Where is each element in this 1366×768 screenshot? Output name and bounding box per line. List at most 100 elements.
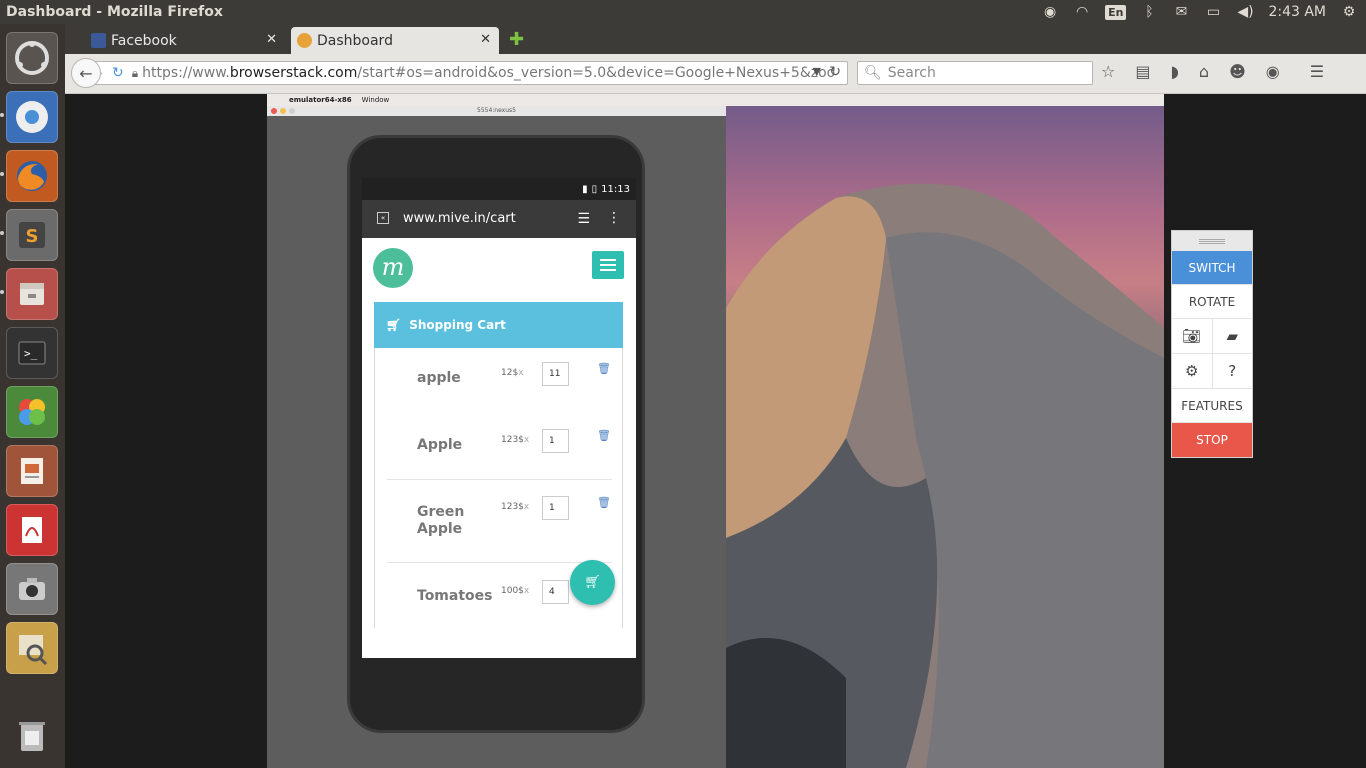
settings-gear-icon[interactable]: ⚙ [1172, 354, 1213, 388]
floating-cart-button[interactable]: 🛒︎ [570, 560, 615, 605]
delete-trash-icon[interactable]: 🗑︎ [597, 429, 611, 442]
rotate-button[interactable]: ROTATE [1172, 285, 1252, 319]
browserstack-favicon-icon [297, 33, 312, 48]
svg-text:>_: >_ [24, 347, 38, 360]
quantity-input[interactable]: 1 [542, 496, 569, 520]
new-tab-plus-icon[interactable]: ✚ [509, 29, 524, 50]
panel-drag-handle[interactable] [1172, 231, 1252, 251]
tab-facebook[interactable]: Facebook ✕ [85, 27, 285, 54]
close-tab-icon[interactable]: ✕ [266, 32, 277, 47]
running-indicator [0, 231, 4, 235]
running-indicator [0, 290, 4, 294]
document-viewer-icon[interactable] [6, 504, 58, 556]
search-placeholder: Search [887, 65, 936, 81]
reload-icon[interactable]: ↻ [112, 65, 124, 81]
battery-icon[interactable]: ▭ [1204, 4, 1222, 20]
item-name: Green Apple [417, 504, 465, 537]
quantity-input[interactable]: 11 [542, 362, 569, 386]
bookmarks-list-icon[interactable]: ▤ [1135, 62, 1150, 81]
screenshot-camera-icon[interactable]: 📷︎ [1172, 319, 1213, 353]
delete-trash-icon[interactable]: 🗑︎ [597, 496, 611, 509]
phone-screen[interactable]: ▮ ▯ 11:13 « www.mive.in/cart ☰ ⋮ m 🛒︎ Sh… [362, 178, 636, 658]
lock-icon: 🔒︎ [131, 65, 139, 80]
bluetooth-icon[interactable]: ᛒ [1140, 4, 1158, 20]
keyboard-layout-indicator[interactable]: En [1105, 4, 1127, 20]
url-dropdown-icon[interactable]: ▼ [813, 65, 821, 78]
impress-icon[interactable] [6, 445, 58, 497]
search-input[interactable]: 🔍︎ Search [857, 61, 1093, 85]
firefox-toolbar-area: Facebook ✕ Dashboard ✕ ✚ › ↻ 🔒︎ https://… [65, 24, 1366, 94]
mobile-url[interactable]: www.mive.in/cart [403, 211, 516, 226]
menu-hamburger-icon[interactable]: ☰ [1310, 62, 1324, 81]
volume-icon[interactable]: ◀) [1236, 4, 1254, 20]
emulator-window: 5554:nexus5 ▮ ▯ 11:13 « www.mive.in/cart… [267, 106, 726, 768]
menu-app-name[interactable]: emulator64-x86 [289, 96, 352, 104]
sublime-text-icon[interactable]: S [6, 209, 58, 261]
quantity-input[interactable]: 1 [542, 429, 569, 453]
mail-icon[interactable]: ✉ [1172, 4, 1190, 20]
system-tray: ◉ ◠ En ᛒ ✉ ▭ ◀) 2:43 AM ⚙ [1041, 0, 1358, 24]
zoom-dot-icon[interactable] [289, 108, 295, 114]
page-content: emulator64-x86 Window 5554:nexus5 ▮ ▯ 11… [65, 94, 1366, 768]
tabs-stack-icon[interactable]: ☰ [577, 211, 590, 227]
pocket-icon[interactable]: ◗ [1170, 62, 1178, 81]
item-name: Tomatoes [417, 588, 493, 604]
features-button[interactable]: FEATURES [1172, 389, 1252, 423]
close-dot-icon[interactable] [271, 108, 277, 114]
clock[interactable]: 2:43 AM [1268, 4, 1326, 20]
android-status-bar: ▮ ▯ 11:13 [362, 178, 636, 200]
signal-icon: ▮ [582, 183, 588, 195]
help-icon[interactable]: ? [1213, 354, 1253, 388]
delete-trash-icon[interactable]: 🗑︎ [597, 362, 611, 375]
close-tab-icon[interactable]: ✕ [480, 32, 491, 47]
site-menu-button[interactable] [592, 251, 624, 279]
gallery-icon[interactable]: ▰ [1213, 319, 1253, 353]
terminal-icon[interactable]: >_ [6, 327, 58, 379]
more-vert-icon[interactable]: ⋮ [607, 210, 621, 226]
tab-dashboard[interactable]: Dashboard ✕ [291, 27, 499, 54]
window-title: Dashboard - Mozilla Firefox [6, 4, 223, 20]
row-divider [387, 479, 612, 480]
switch-button[interactable]: SWITCH [1172, 251, 1252, 285]
image-viewer-icon[interactable] [6, 622, 58, 674]
chrome-app-icon[interactable] [6, 91, 58, 143]
minimize-dot-icon[interactable] [280, 108, 286, 114]
extension-icon[interactable]: ◉ [1266, 62, 1280, 81]
camera-app-icon[interactable] [6, 563, 58, 615]
picasa-icon[interactable] [6, 386, 58, 438]
mountain-wallpaper [726, 183, 1164, 768]
menu-window[interactable]: Window [362, 96, 390, 104]
home-icon[interactable]: ⌂ [1199, 62, 1209, 81]
shopping-cart-header: 🛒︎ Shopping Cart [374, 302, 623, 348]
tab-switcher-icon[interactable]: « [377, 212, 389, 224]
ubuntu-dash-icon[interactable] [6, 32, 58, 84]
unity-launcher: S >_ [0, 24, 65, 768]
bookmark-star-icon[interactable]: ☆ [1101, 62, 1115, 81]
cart-item: Apple 123$x 1 🗑︎ [375, 415, 624, 480]
mive-logo[interactable]: m [373, 248, 413, 288]
cart-item: apple 12$x 11 🗑︎ [375, 348, 624, 412]
remote-desktop-screen[interactable]: emulator64-x86 Window 5554:nexus5 ▮ ▯ 11… [267, 94, 1164, 768]
browserstack-control-panel: SWITCH ROTATE 📷︎ ▰ ⚙ ? FEATURES STOP [1171, 230, 1253, 458]
search-icon: 🔍︎ [864, 65, 882, 81]
firefox-app-icon[interactable] [6, 150, 58, 202]
running-indicator [0, 172, 4, 176]
item-price: 100$x [501, 586, 530, 596]
wifi-icon[interactable]: ◠ [1073, 4, 1091, 20]
chat-icon[interactable]: ☻ [1229, 62, 1246, 81]
url-scheme: https://www. [142, 65, 230, 81]
quantity-input[interactable]: 4 [542, 580, 569, 604]
svg-text:S: S [26, 226, 39, 247]
go-reload-icon[interactable]: ↻ [829, 64, 841, 80]
bs-settings-row: ⚙ ? [1172, 354, 1252, 389]
files-icon[interactable] [6, 268, 58, 320]
url-bar[interactable]: › ↻ 🔒︎ https://www.browserstack.com/star… [93, 61, 848, 85]
power-gear-icon[interactable]: ⚙ [1340, 4, 1358, 20]
chrome-indicator-icon[interactable]: ◉ [1041, 4, 1059, 20]
navigation-bar: › ↻ 🔒︎ https://www.browserstack.com/star… [65, 54, 1366, 94]
url-host: browserstack.com [229, 65, 358, 81]
mac-menu-bar: emulator64-x86 Window [267, 94, 1164, 106]
stop-button[interactable]: STOP [1172, 423, 1252, 457]
back-button[interactable]: ← [71, 58, 101, 88]
trash-icon[interactable] [6, 710, 58, 762]
